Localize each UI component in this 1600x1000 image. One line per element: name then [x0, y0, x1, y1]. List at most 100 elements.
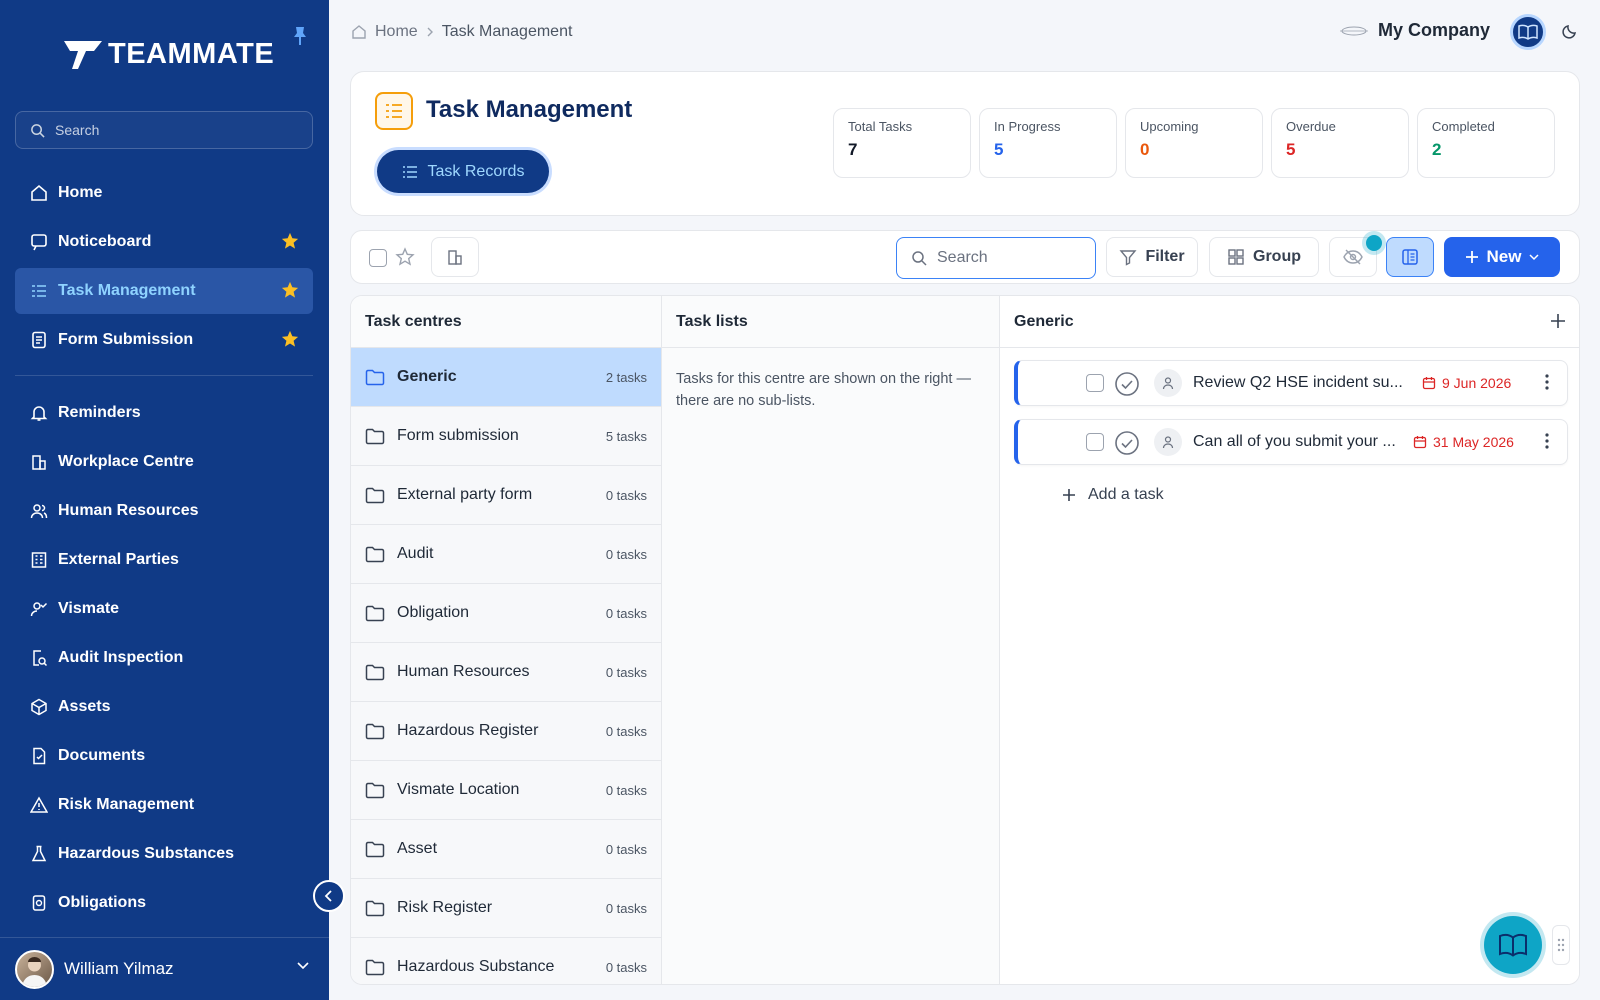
guide-button[interactable] — [1510, 14, 1546, 50]
workplace-button[interactable] — [431, 237, 479, 277]
sidebar-item-workplace-centre[interactable]: Workplace Centre — [15, 439, 313, 485]
stat-label: Total Tasks — [848, 119, 913, 134]
more-vertical-icon[interactable] — [1545, 373, 1549, 391]
avatar — [15, 949, 54, 989]
more-vertical-icon[interactable] — [1545, 432, 1549, 450]
task-centre-count: 0 tasks — [605, 664, 647, 680]
task-centre-count: 0 tasks — [605, 959, 647, 975]
star-icon[interactable] — [281, 330, 299, 348]
sidebar-item-label: Noticeboard — [58, 233, 152, 250]
toolbar: Search Filter Group New — [350, 230, 1580, 284]
brand-logo[interactable]: TEAMMATE — [64, 38, 274, 71]
task-search-input[interactable]: Search — [896, 237, 1096, 279]
chevron-down-icon — [1529, 253, 1540, 260]
filter-button[interactable]: Filter — [1106, 237, 1198, 277]
task-centre-row[interactable]: Human Resources 0 tasks — [351, 643, 661, 702]
task-card[interactable]: Can all of you submit your ... 31 May 20… — [1014, 419, 1568, 465]
grid-icon — [1228, 249, 1244, 265]
folder-icon — [365, 723, 385, 739]
task-centre-name: Audit — [397, 545, 434, 562]
eye-off-icon — [1343, 249, 1363, 265]
user-menu[interactable]: William Yilmaz — [0, 937, 329, 1000]
task-centre-row[interactable]: Risk Register 0 tasks — [351, 879, 661, 938]
sidebar-item-home[interactable]: Home — [15, 170, 313, 216]
add-task-label: Add a task — [1088, 486, 1164, 503]
sidebar-item-assets[interactable]: Assets — [15, 684, 313, 730]
folder-icon — [365, 605, 385, 621]
help-guide-fab[interactable] — [1484, 916, 1542, 974]
task-centre-row[interactable]: Hazardous Substance 0 tasks — [351, 938, 661, 984]
drag-handle[interactable] — [1552, 925, 1570, 965]
task-card[interactable]: Review Q2 HSE incident su... 9 Jun 2026 — [1014, 360, 1568, 406]
stat-in-progress: In Progress 5 — [979, 108, 1117, 178]
pin-icon[interactable] — [292, 26, 308, 46]
add-task-button[interactable]: Add a task — [1062, 486, 1164, 504]
task-date-text: 31 May 2026 — [1433, 434, 1514, 450]
task-centre-row[interactable]: Generic 2 tasks — [351, 348, 661, 407]
sidebar-item-vismate[interactable]: Vismate — [15, 586, 313, 632]
assignee-avatar[interactable] — [1154, 428, 1182, 456]
sidebar-item-label: Documents — [58, 747, 146, 764]
sidebar-search-input[interactable]: Search — [15, 111, 313, 149]
stat-value: 5 — [994, 140, 1004, 159]
task-records-button[interactable]: Task Records — [377, 150, 549, 193]
sidebar-item-hazardous-substances[interactable]: Hazardous Substances — [15, 831, 313, 877]
task-centre-count: 0 tasks — [605, 782, 647, 798]
task-centre-count: 5 tasks — [605, 428, 647, 444]
select-all-checkbox[interactable] — [369, 249, 387, 267]
sidebar-collapse-button[interactable] — [313, 880, 345, 912]
home-icon — [29, 183, 49, 203]
star-outline-icon[interactable] — [395, 247, 415, 267]
task-centre-row[interactable]: Asset 0 tasks — [351, 820, 661, 879]
sidebar-item-task-management[interactable]: Task Management — [15, 268, 313, 314]
assignee-avatar[interactable] — [1154, 369, 1182, 397]
sidebar-item-external-parties[interactable]: External Parties — [15, 537, 313, 583]
sidebar-item-risk-management[interactable]: Risk Management — [15, 782, 313, 828]
sidebar-item-human-resources[interactable]: Human Resources — [15, 488, 313, 534]
task-centre-count: 0 tasks — [605, 605, 647, 621]
folder-icon — [365, 487, 385, 503]
user-name: William Yilmaz — [64, 959, 174, 978]
task-centre-name: Hazardous Register — [397, 722, 539, 739]
list-view-toggle[interactable] — [1386, 237, 1434, 277]
stat-label: Overdue — [1286, 119, 1336, 134]
complete-check-icon[interactable] — [1114, 371, 1140, 397]
task-checkbox[interactable] — [1086, 374, 1104, 392]
sidebar-item-reminders[interactable]: Reminders — [15, 390, 313, 436]
user-check-icon — [29, 599, 49, 619]
breadcrumb-home[interactable]: Home — [375, 23, 418, 41]
company-switcher[interactable]: My Company — [1340, 20, 1490, 41]
sidebar-divider — [15, 375, 313, 376]
task-centre-row[interactable]: Obligation 0 tasks — [351, 584, 661, 643]
moon-icon[interactable] — [1561, 22, 1579, 40]
sidebar-item-label: Vismate — [58, 600, 120, 617]
new-button[interactable]: New — [1444, 237, 1560, 277]
sidebar-item-form-submission[interactable]: Form Submission — [15, 317, 313, 363]
sidebar-item-noticeboard[interactable]: Noticeboard — [15, 219, 313, 265]
sidebar-item-audit-inspection[interactable]: Audit Inspection — [15, 635, 313, 681]
add-list-icon[interactable] — [1549, 312, 1567, 330]
task-centres-column: Task centres Generic 2 tasks Form submissi… — [351, 296, 662, 984]
task-centre-row[interactable]: External party form 0 tasks — [351, 466, 661, 525]
task-centre-row[interactable]: Hazardous Register 0 tasks — [351, 702, 661, 761]
task-centre-name: Form submission — [397, 427, 519, 444]
star-icon[interactable] — [281, 232, 299, 250]
task-centre-count: 2 tasks — [605, 369, 647, 385]
task-centres-list: Generic 2 tasks Form submission 5 tasks Exte… — [351, 348, 661, 984]
task-centre-row[interactable]: Vismate Location 0 tasks — [351, 761, 661, 820]
external-icon — [29, 550, 49, 570]
task-checkbox[interactable] — [1086, 433, 1104, 451]
star-icon[interactable] — [281, 281, 299, 299]
complete-check-icon[interactable] — [1114, 430, 1140, 456]
calendar-icon — [1413, 436, 1427, 449]
sidebar-item-obligations[interactable]: Obligations — [15, 880, 313, 926]
sidebar-item-label: Assets — [58, 698, 111, 715]
sidebar-item-documents[interactable]: Documents — [15, 733, 313, 779]
form-icon — [29, 330, 49, 350]
group-button[interactable]: Group — [1209, 237, 1319, 277]
stat-label: Completed — [1432, 119, 1495, 134]
task-centre-row[interactable]: Audit 0 tasks — [351, 525, 661, 584]
task-centre-row[interactable]: Form submission 5 tasks — [351, 407, 661, 466]
stat-completed: Completed 2 — [1417, 108, 1555, 178]
chevron-left-icon — [324, 890, 332, 902]
